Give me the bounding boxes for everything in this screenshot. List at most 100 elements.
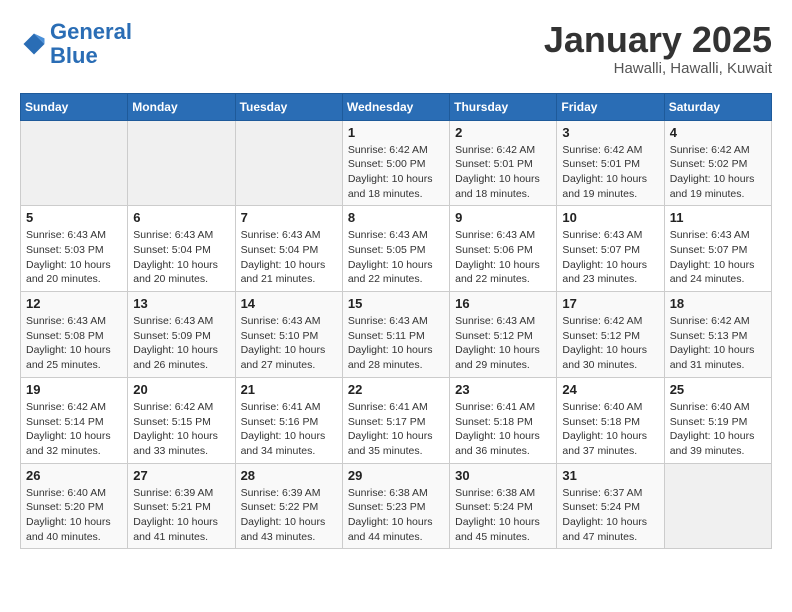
day-number: 13 — [133, 296, 229, 311]
calendar-cell: 18 Sunrise: 6:42 AM Sunset: 5:13 PM Dayli… — [664, 292, 771, 378]
weekday-header-tuesday: Tuesday — [235, 93, 342, 120]
day-info: Sunrise: 6:42 AM Sunset: 5:01 PM Dayligh… — [455, 143, 551, 202]
calendar-cell: 24 Sunrise: 6:40 AM Sunset: 5:18 PM Dayli… — [557, 377, 664, 463]
calendar-cell: 15Sunrise: 6:43 AM Sunset: 5:11 PM Dayli… — [342, 292, 449, 378]
day-number: 9 — [455, 210, 551, 225]
day-info: Sunrise: 6:42 AM Sunset: 5:02 PM Dayligh… — [670, 143, 766, 202]
calendar-cell: 21 Sunrise: 6:41 AM Sunset: 5:16 PM Dayli… — [235, 377, 342, 463]
weekday-header-friday: Friday — [557, 93, 664, 120]
day-info: Sunrise: 6:42 AM Sunset: 5:00 PM Dayligh… — [348, 143, 444, 202]
day-number: 7 — [241, 210, 337, 225]
day-number: 14 — [241, 296, 337, 311]
day-info: Sunrise: 6:39 AM Sunset: 5:21 PM Dayligh… — [133, 486, 229, 545]
weekday-header-sunday: Sunday — [21, 93, 128, 120]
day-info: Sunrise: 6:39 AM Sunset: 5:22 PM Dayligh… — [241, 486, 337, 545]
day-number: 17 — [562, 296, 658, 311]
calendar-cell: 26 Sunrise: 6:40 AM Sunset: 5:20 PM Dayli… — [21, 463, 128, 549]
calendar-cell: 14 Sunrise: 6:43 AM Sunset: 5:10 PM Dayli… — [235, 292, 342, 378]
calendar-cell — [664, 463, 771, 549]
logo: General Blue — [20, 20, 132, 68]
logo-icon — [20, 30, 48, 58]
day-number: 31 — [562, 468, 658, 483]
calendar-week-4: 19Sunrise: 6:42 AM Sunset: 5:14 PM Dayli… — [21, 377, 772, 463]
day-number: 6 — [133, 210, 229, 225]
day-info: Sunrise: 6:43 AM Sunset: 5:04 PM Dayligh… — [133, 228, 229, 287]
calendar-cell: 28 Sunrise: 6:39 AM Sunset: 5:22 PM Dayli… — [235, 463, 342, 549]
day-info: Sunrise: 6:38 AM Sunset: 5:24 PM Dayligh… — [455, 486, 551, 545]
calendar-cell — [235, 120, 342, 206]
month-title: January 2025 — [544, 20, 772, 60]
day-number: 23 — [455, 382, 551, 397]
day-number: 8 — [348, 210, 444, 225]
calendar-header: SundayMondayTuesdayWednesdayThursdayFrid… — [21, 93, 772, 120]
calendar-cell: 8 Sunrise: 6:43 AM Sunset: 5:05 PM Daylig… — [342, 206, 449, 292]
day-number: 2 — [455, 125, 551, 140]
day-info: Sunrise: 6:42 AM Sunset: 5:14 PM Dayligh… — [26, 400, 122, 459]
day-number: 1 — [348, 125, 444, 140]
calendar-cell: 13Sunrise: 6:43 AM Sunset: 5:09 PM Dayli… — [128, 292, 235, 378]
day-info: Sunrise: 6:43 AM Sunset: 5:07 PM Dayligh… — [562, 228, 658, 287]
day-number: 29 — [348, 468, 444, 483]
day-number: 21 — [241, 382, 337, 397]
day-number: 16 — [455, 296, 551, 311]
calendar-cell: 17 Sunrise: 6:42 AM Sunset: 5:12 PM Dayli… — [557, 292, 664, 378]
day-number: 12 — [26, 296, 122, 311]
day-number: 25 — [670, 382, 766, 397]
day-number: 4 — [670, 125, 766, 140]
day-info: Sunrise: 6:40 AM Sunset: 5:20 PM Dayligh… — [26, 486, 122, 545]
page-header: General Blue January 2025 Hawalli, Hawal… — [20, 20, 772, 77]
calendar-cell: 7Sunrise: 6:43 AM Sunset: 5:04 PM Daylig… — [235, 206, 342, 292]
calendar-cell: 10Sunrise: 6:43 AM Sunset: 5:07 PM Dayli… — [557, 206, 664, 292]
day-info: Sunrise: 6:43 AM Sunset: 5:10 PM Dayligh… — [241, 314, 337, 373]
day-info: Sunrise: 6:43 AM Sunset: 5:11 PM Dayligh… — [348, 314, 444, 373]
weekday-header-monday: Monday — [128, 93, 235, 120]
calendar-cell: 23 Sunrise: 6:41 AM Sunset: 5:18 PM Dayli… — [450, 377, 557, 463]
calendar-cell: 11Sunrise: 6:43 AM Sunset: 5:07 PM Dayli… — [664, 206, 771, 292]
day-number: 30 — [455, 468, 551, 483]
day-number: 3 — [562, 125, 658, 140]
calendar-cell: 9Sunrise: 6:43 AM Sunset: 5:06 PM Daylig… — [450, 206, 557, 292]
calendar-cell — [21, 120, 128, 206]
calendar-cell: 20Sunrise: 6:42 AM Sunset: 5:15 PM Dayli… — [128, 377, 235, 463]
calendar-cell: 3Sunrise: 6:42 AM Sunset: 5:01 PM Daylig… — [557, 120, 664, 206]
day-number: 27 — [133, 468, 229, 483]
calendar-cell: 25 Sunrise: 6:40 AM Sunset: 5:19 PM Dayli… — [664, 377, 771, 463]
day-number: 18 — [670, 296, 766, 311]
day-number: 28 — [241, 468, 337, 483]
weekday-header-saturday: Saturday — [664, 93, 771, 120]
calendar-cell: 22 Sunrise: 6:41 AM Sunset: 5:17 PM Dayli… — [342, 377, 449, 463]
day-number: 26 — [26, 468, 122, 483]
day-info: Sunrise: 6:43 AM Sunset: 5:12 PM Dayligh… — [455, 314, 551, 373]
calendar-body: 1 Sunrise: 6:42 AM Sunset: 5:00 PM Daylig… — [21, 120, 772, 549]
title-section: January 2025 Hawalli, Hawalli, Kuwait — [544, 20, 772, 77]
day-info: Sunrise: 6:43 AM Sunset: 5:07 PM Dayligh… — [670, 228, 766, 287]
day-info: Sunrise: 6:41 AM Sunset: 5:18 PM Dayligh… — [455, 400, 551, 459]
day-number: 22 — [348, 382, 444, 397]
calendar-cell: 16 Sunrise: 6:43 AM Sunset: 5:12 PM Dayli… — [450, 292, 557, 378]
calendar-table: SundayMondayTuesdayWednesdayThursdayFrid… — [20, 93, 772, 550]
day-info: Sunrise: 6:42 AM Sunset: 5:12 PM Dayligh… — [562, 314, 658, 373]
day-info: Sunrise: 6:42 AM Sunset: 5:15 PM Dayligh… — [133, 400, 229, 459]
day-info: Sunrise: 6:40 AM Sunset: 5:18 PM Dayligh… — [562, 400, 658, 459]
calendar-cell: 5Sunrise: 6:43 AM Sunset: 5:03 PM Daylig… — [21, 206, 128, 292]
day-info: Sunrise: 6:41 AM Sunset: 5:17 PM Dayligh… — [348, 400, 444, 459]
day-info: Sunrise: 6:38 AM Sunset: 5:23 PM Dayligh… — [348, 486, 444, 545]
logo-text: General Blue — [50, 20, 132, 68]
weekday-header-wednesday: Wednesday — [342, 93, 449, 120]
calendar-cell: 19Sunrise: 6:42 AM Sunset: 5:14 PM Dayli… — [21, 377, 128, 463]
day-info: Sunrise: 6:41 AM Sunset: 5:16 PM Dayligh… — [241, 400, 337, 459]
calendar-cell: 4 Sunrise: 6:42 AM Sunset: 5:02 PM Daylig… — [664, 120, 771, 206]
day-info: Sunrise: 6:42 AM Sunset: 5:13 PM Dayligh… — [670, 314, 766, 373]
day-info: Sunrise: 6:43 AM Sunset: 5:05 PM Dayligh… — [348, 228, 444, 287]
day-info: Sunrise: 6:37 AM Sunset: 5:24 PM Dayligh… — [562, 486, 658, 545]
day-info: Sunrise: 6:40 AM Sunset: 5:19 PM Dayligh… — [670, 400, 766, 459]
day-number: 5 — [26, 210, 122, 225]
day-number: 24 — [562, 382, 658, 397]
calendar-week-3: 12Sunrise: 6:43 AM Sunset: 5:08 PM Dayli… — [21, 292, 772, 378]
calendar-cell: 31 Sunrise: 6:37 AM Sunset: 5:24 PM Dayli… — [557, 463, 664, 549]
calendar-week-5: 26 Sunrise: 6:40 AM Sunset: 5:20 PM Dayli… — [21, 463, 772, 549]
calendar-cell: 6 Sunrise: 6:43 AM Sunset: 5:04 PM Daylig… — [128, 206, 235, 292]
weekday-header-thursday: Thursday — [450, 93, 557, 120]
calendar-cell: 27 Sunrise: 6:39 AM Sunset: 5:21 PM Dayli… — [128, 463, 235, 549]
calendar-week-1: 1 Sunrise: 6:42 AM Sunset: 5:00 PM Daylig… — [21, 120, 772, 206]
